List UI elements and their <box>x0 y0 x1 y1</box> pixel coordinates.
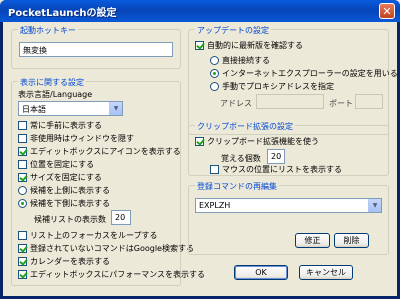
fixed-size-label: サイズを固定にする <box>30 173 102 182</box>
fixed-position-checkbox[interactable]: 位置を固定にする <box>18 159 94 170</box>
command-edit-group: 登録コマンドの再編集 EXPLZH ▼ 修正 削除 <box>188 181 389 255</box>
clipboard-count-label: 覚える個数 <box>221 154 261 163</box>
google-search-label: 登録されていないコマンドはGoogle検索する <box>30 244 194 253</box>
checkbox-box-checked[interactable] <box>18 257 27 266</box>
dialog-body: 起動ホットキー 無変換 表示に関する設定 表示言語/Language 日本語 ▼… <box>3 22 398 296</box>
radio-button[interactable] <box>210 82 219 91</box>
candidates-above-label: 候補を上側に表示する <box>30 186 110 195</box>
show-icon-label: エディットボックスにアイコンを表示する <box>30 147 181 156</box>
show-performance-checkbox[interactable]: エディットボックスにパフォーマンスを表示する <box>18 269 205 280</box>
loop-focus-label: リスト上のフォーカスをループする <box>30 231 158 240</box>
command-selected-value: EXPLZH <box>199 201 231 210</box>
fixed-size-checkbox[interactable]: サイズを固定にする <box>18 172 102 183</box>
display-settings-group: 表示に関する設定 表示言語/Language 日本語 ▼ 常に手前に表示する 非… <box>11 77 205 286</box>
checkbox-box-checked[interactable] <box>195 41 204 50</box>
show-calendar-checkbox[interactable]: カレンダーを表示する <box>18 256 110 267</box>
language-select[interactable]: 日本語 ▼ <box>18 101 123 116</box>
hotkey-input[interactable]: 無変換 <box>19 42 173 57</box>
ok-button[interactable]: OK <box>234 265 288 280</box>
checkbox-box-checked[interactable] <box>18 244 27 253</box>
checkbox-box-checked[interactable] <box>18 270 27 279</box>
title-bar[interactable]: PocketLaunchの設定 ✕ <box>0 0 400 22</box>
hotkey-group: 起動ホットキー 無変換 <box>11 25 181 69</box>
language-value: 日本語 <box>22 105 46 114</box>
always-on-top-checkbox[interactable]: 常に手前に表示する <box>18 120 102 131</box>
manual-proxy-radio[interactable]: 手動でプロキシアドレスを指定 <box>210 81 334 92</box>
proxy-port-label: ポート <box>329 99 353 108</box>
candidates-below-radio[interactable]: 候補を下側に表示する <box>18 198 110 209</box>
update-settings-group: アップデートの設定 自動的に最新版を確認する 直接接続する インターネットエクス… <box>188 25 398 135</box>
proxy-address-input[interactable] <box>256 94 324 109</box>
delete-command-button[interactable]: 削除 <box>334 233 369 248</box>
auto-check-label: 自動的に最新版を確認する <box>207 41 303 50</box>
auto-check-checkbox[interactable]: 自動的に最新版を確認する <box>195 40 303 51</box>
radio-button-selected[interactable] <box>210 69 219 78</box>
radio-button[interactable] <box>210 56 219 65</box>
update-legend: アップデートの設定 <box>195 25 271 36</box>
close-icon[interactable]: ✕ <box>379 3 395 19</box>
clipboard-count-input[interactable]: 20 <box>267 149 285 164</box>
clipboard-settings-group: クリップボード拡張の設定 クリップボード拡張機能を使う 覚える個数 20 マウス… <box>188 121 389 176</box>
candidate-count-input[interactable]: 20 <box>111 210 131 225</box>
checkbox-box[interactable] <box>18 121 27 130</box>
show-performance-label: エディットボックスにパフォーマンスを表示する <box>30 270 206 279</box>
hide-when-inactive-checkbox[interactable]: 非使用時はウィンドウを隠す <box>18 133 134 144</box>
edit-command-button[interactable]: 修正 <box>295 233 330 248</box>
google-search-checkbox[interactable]: 登録されていないコマンドはGoogle検索する <box>18 243 194 254</box>
cancel-button[interactable]: キャンセル <box>299 265 353 280</box>
checkbox-box[interactable] <box>18 134 27 143</box>
show-calendar-label: カレンダーを表示する <box>30 257 110 266</box>
hotkey-legend: 起動ホットキー <box>18 25 78 36</box>
radio-button-selected[interactable] <box>18 199 27 208</box>
checkbox-box[interactable] <box>210 165 219 174</box>
always-on-top-label: 常に手前に表示する <box>30 121 102 130</box>
clipboard-use-checkbox[interactable]: クリップボード拡張機能を使う <box>195 136 319 147</box>
chevron-down-icon[interactable]: ▼ <box>109 102 122 115</box>
command-edit-legend: 登録コマンドの再編集 <box>195 181 279 192</box>
chevron-down-icon[interactable]: ▼ <box>368 199 381 212</box>
command-select[interactable]: EXPLZH ▼ <box>195 198 382 213</box>
checkbox-box[interactable] <box>18 231 27 240</box>
manual-proxy-label: 手動でプロキシアドレスを指定 <box>222 82 334 91</box>
checkbox-box[interactable] <box>18 160 27 169</box>
clipboard-use-label: クリップボード拡張機能を使う <box>207 137 319 146</box>
loop-focus-checkbox[interactable]: リスト上のフォーカスをループする <box>18 230 158 241</box>
checkbox-box-checked[interactable] <box>18 173 27 182</box>
direct-connection-label: 直接接続する <box>222 56 270 65</box>
direct-connection-radio[interactable]: 直接接続する <box>210 55 270 66</box>
use-ie-settings-radio[interactable]: インターネットエクスプローラーの設定を用いる <box>210 68 398 79</box>
language-label: 表示言語/Language <box>18 90 93 99</box>
show-at-mouse-label: マウスの位置にリストを表示する <box>222 165 342 174</box>
hide-when-inactive-label: 非使用時はウィンドウを隠す <box>30 134 134 143</box>
clipboard-legend: クリップボード拡張の設定 <box>195 121 295 132</box>
checkbox-box-checked[interactable] <box>18 147 27 156</box>
fixed-position-label: 位置を固定にする <box>30 160 95 169</box>
show-at-mouse-checkbox[interactable]: マウスの位置にリストを表示する <box>210 164 342 175</box>
candidates-above-radio[interactable]: 候補を上側に表示する <box>18 185 110 196</box>
candidate-count-label: 候補リストの表示数 <box>34 215 106 224</box>
proxy-address-label: アドレス <box>220 99 252 108</box>
proxy-port-input[interactable] <box>355 94 383 109</box>
use-ie-settings-label: インターネットエクスプローラーの設定を用いる <box>222 69 398 78</box>
candidates-below-label: 候補を下側に表示する <box>30 199 110 208</box>
checkbox-box-checked[interactable] <box>195 137 204 146</box>
window-title: PocketLaunchの設定 <box>8 8 117 19</box>
display-legend: 表示に関する設定 <box>18 77 86 88</box>
show-icon-checkbox[interactable]: エディットボックスにアイコンを表示する <box>18 146 181 157</box>
settings-window: PocketLaunchの設定 ✕ 起動ホットキー 無変換 表示に関する設定 表… <box>0 0 400 299</box>
radio-button[interactable] <box>18 186 27 195</box>
